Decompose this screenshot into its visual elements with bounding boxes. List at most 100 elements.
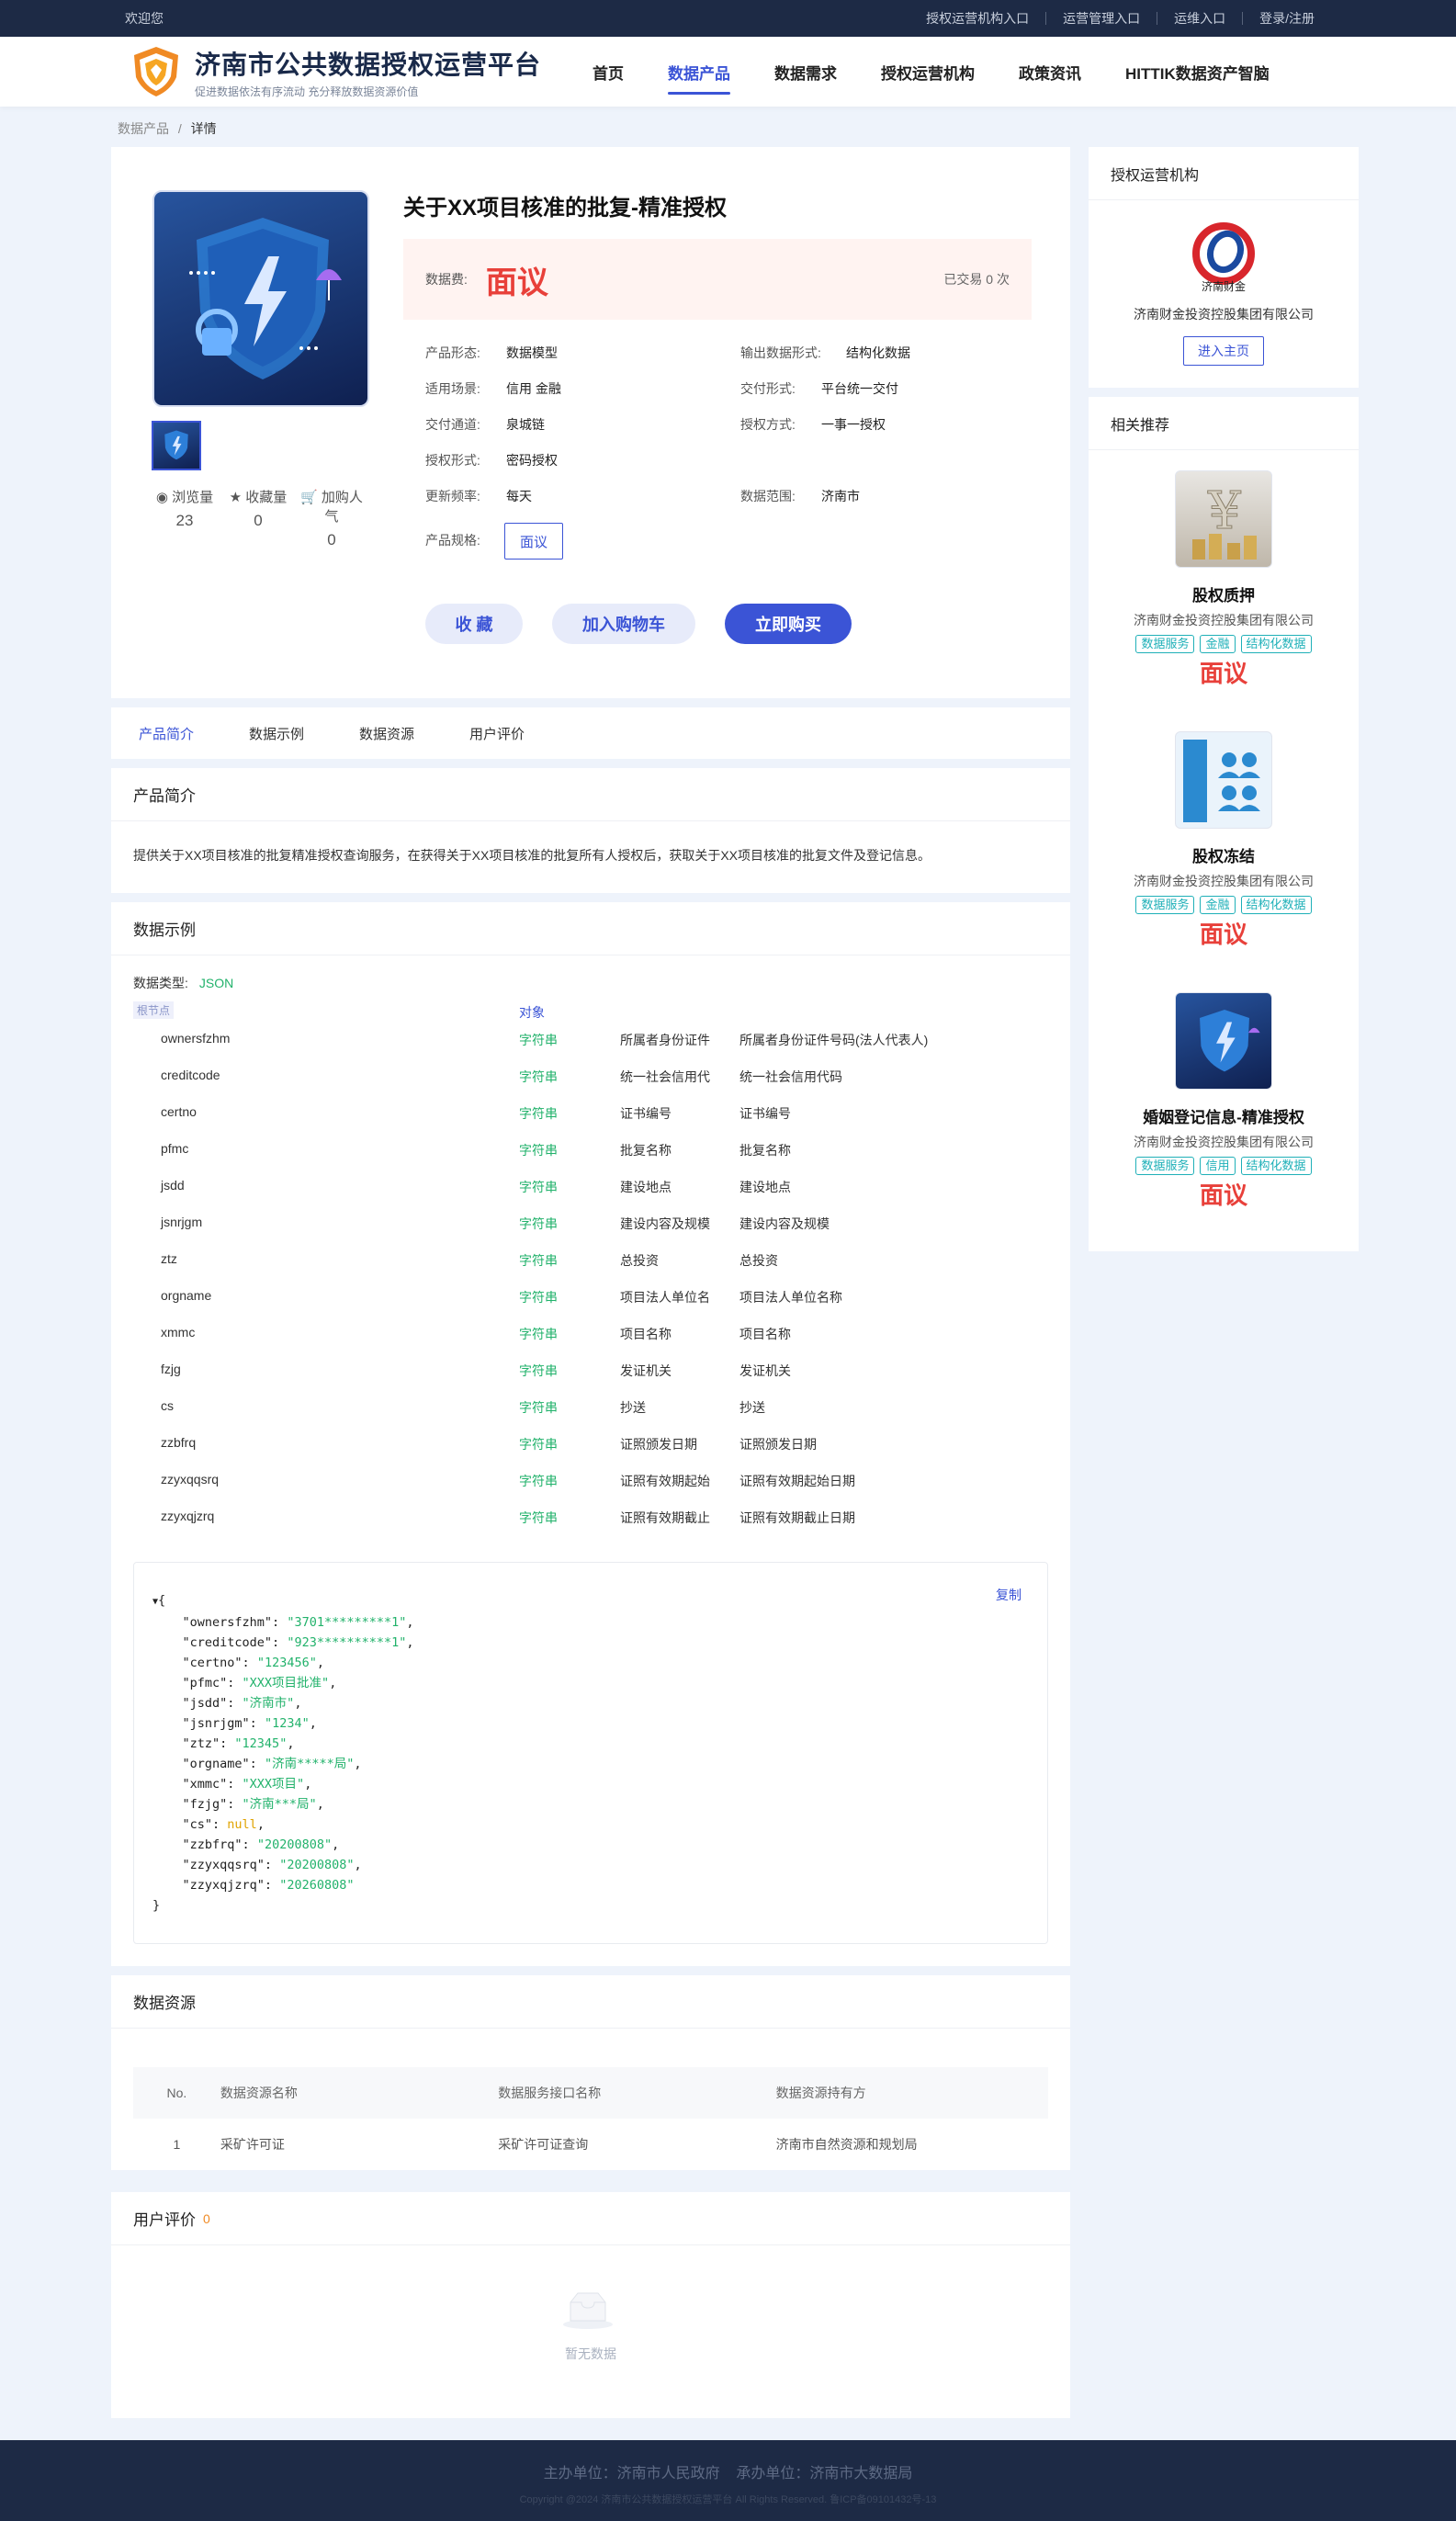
stat-value: 0 [327, 531, 336, 548]
attr-value: 泉城链 [506, 417, 545, 432]
add-to-cart-button[interactable]: 加入购物车 [552, 604, 695, 644]
json-value: "济南市" [242, 1696, 295, 1711]
resource-table: No. 数据资源名称 数据服务接口名称 数据资源持有方 1 采矿许可证 采矿许可… [133, 2067, 1048, 2170]
nav-data-products[interactable]: 数据产品 [668, 55, 731, 95]
recommend-heading: 相关推荐 [1089, 397, 1359, 450]
breadcrumb-sep: / [177, 121, 182, 136]
tab-resource[interactable]: 数据资源 [359, 724, 414, 743]
field-desc: 证照颁发日期 [739, 1437, 817, 1452]
nav-home[interactable]: 首页 [593, 55, 624, 89]
attr-key: 授权方式: [740, 417, 796, 432]
link-ops-mgmt[interactable]: 运营管理入口 [1045, 12, 1157, 25]
review-count: 0 [203, 2210, 210, 2226]
link-maint[interactable]: 运维入口 [1157, 12, 1242, 25]
json-line: "jsnrjgm": "1234", [152, 1716, 317, 1731]
rec-tag: 数据服务 [1135, 896, 1195, 914]
recommend-card: 相关推荐 ¥ 股权质押 济南财金投资控股集团有限公司 数据服务 金融 结构化数据… [1089, 397, 1359, 1251]
top-bar: 欢迎您 授权运营机构入口 运营管理入口 运维入口 登录/注册 [0, 0, 1456, 37]
json-code-box: 复制 ▼{ "ownersfzhm": "3701*********1", "c… [133, 1562, 1048, 1944]
platform-logo-icon[interactable] [129, 44, 184, 99]
field-name: certno [161, 1104, 197, 1119]
field-row: zzbfrq 字符串 证照颁发日期 证照颁发日期 [133, 1424, 1048, 1461]
spec-option[interactable]: 面议 [504, 523, 563, 560]
review-heading: 用户评价 0 [111, 2192, 1070, 2245]
nav-orgs[interactable]: 授权运营机构 [881, 55, 975, 89]
json-value: "济南*****局" [264, 1757, 355, 1771]
attr-value: 信用 金融 [506, 381, 561, 396]
attr-value: 一事一授权 [821, 417, 886, 432]
review-section: 用户评价 0 暂无数据 [111, 2192, 1070, 2418]
example-section: 数据示例 数据类型: JSON 根节点 对象 ownersfzhm 字符串 所属者身份… [111, 902, 1070, 1966]
tab-example[interactable]: 数据示例 [249, 724, 304, 743]
favorite-button[interactable]: 收 藏 [425, 604, 523, 644]
json-value: "XXX项目批准" [242, 1676, 330, 1690]
review-title: 用户评价 [133, 2211, 196, 2229]
product-thumbnail[interactable] [152, 421, 201, 470]
field-desc: 项目名称 [739, 1327, 791, 1341]
root-node-tag: 根节点 [133, 1001, 175, 1019]
copy-button[interactable]: 复制 [996, 1585, 1021, 1605]
field-type: 字符串 [519, 1290, 558, 1305]
shield-lightning-icon [164, 430, 188, 460]
attr-delivery-form: 交付形式: 平台统一交付 [740, 379, 898, 398]
link-login[interactable]: 登录/注册 [1242, 12, 1331, 25]
rec-price: 面议 [1199, 660, 1247, 687]
rec-tag: 金融 [1200, 635, 1236, 653]
nav-data-demand[interactable]: 数据需求 [774, 55, 837, 89]
breadcrumb-parent[interactable]: 数据产品 [118, 121, 169, 136]
org-home-button[interactable]: 进入主页 [1183, 336, 1264, 366]
link-org-entry[interactable]: 授权运营机构入口 [909, 12, 1045, 25]
data-type-value: JSON [198, 976, 234, 990]
field-row: zzyxqqsrq 字符串 证照有效期起始 证照有效期起始日期 [133, 1461, 1048, 1498]
attr-output: 输出数据形式: 结构化数据 [740, 344, 910, 362]
json-key: zzbfrq [189, 1837, 235, 1852]
field-name: zzyxqjzrq [161, 1509, 215, 1523]
field-name: zzyxqqsrq [161, 1472, 220, 1487]
rec-item[interactable]: 股权冻结 济南财金投资控股集团有限公司 数据服务 金融 结构化数据 面议 [1089, 711, 1359, 972]
field-short-desc: 证照有效期截止 [620, 1510, 710, 1525]
field-list: ownersfzhm 字符串 所属者身份证件 所属者身份证件号码(法人代表人) cred… [133, 1020, 1048, 1534]
rec-price: 面议 [1199, 1181, 1247, 1209]
json-open-line: ▼{ [152, 1590, 1029, 1612]
field-short-desc: 证照有效期起始 [620, 1474, 710, 1488]
rec-item[interactable]: ¥ 股权质押 济南财金投资控股集团有限公司 数据服务 金融 结构化数据 面议 [1089, 450, 1359, 711]
attr-key: 输出数据形式: [740, 345, 821, 360]
nav-hittik[interactable]: HITTIK数据资产智脑 [1125, 55, 1270, 89]
json-brace: { [158, 1593, 166, 1608]
data-type: 数据类型: JSON [133, 974, 1048, 992]
field-name: ownersfzhm [161, 1031, 231, 1046]
site-subtitle: 促进数据依法有序流动 充分释放数据资源价值 [195, 85, 419, 98]
field-short-desc: 建设地点 [620, 1180, 672, 1194]
field-row: pfmc 字符串 批复名称 批复名称 [133, 1130, 1048, 1167]
attr-key: 授权形式: [425, 453, 480, 468]
field-row: zzyxqjzrq 字符串 证照有效期截止 证照有效期截止日期 [133, 1498, 1048, 1534]
field-type: 字符串 [519, 1033, 558, 1047]
field-row: ownersfzhm 字符串 所属者身份证件 所属者身份证件号码(法人代表人) [133, 1020, 1048, 1057]
rec-name: 婚姻登记信息-精准授权 [1143, 1109, 1304, 1126]
rec-tag: 数据服务 [1135, 635, 1195, 653]
buy-now-button[interactable]: 立即购买 [725, 604, 852, 644]
field-desc: 证书编号 [739, 1106, 791, 1121]
json-value: "923**********1" [287, 1635, 407, 1650]
field-type: 字符串 [519, 1474, 558, 1488]
field-name: fzjg [161, 1362, 181, 1376]
field-short-desc: 建设内容及规模 [620, 1216, 710, 1231]
rec-company: 济南财金投资控股集团有限公司 [1134, 874, 1314, 888]
attr-key: 交付通道: [425, 417, 480, 432]
main-nav: 首页 数据产品 数据需求 授权运营机构 政策资讯 HITTIK数据资产智脑 [593, 55, 1314, 95]
field-name: orgname [161, 1288, 212, 1303]
json-key: creditcode [189, 1635, 265, 1650]
field-type: 字符串 [519, 1180, 558, 1194]
rec-item[interactable]: 婚姻登记信息-精准授权 济南财金投资控股集团有限公司 数据服务 信用 结构化数据… [1089, 972, 1359, 1233]
tab-review[interactable]: 用户评价 [469, 724, 525, 743]
tab-intro[interactable]: 产品简介 [139, 724, 194, 743]
attr-key: 数据范围: [740, 489, 796, 503]
welcome-text: 欢迎您 [125, 11, 164, 26]
intro-heading: 产品简介 [111, 768, 1070, 821]
field-desc: 证照有效期截止日期 [739, 1510, 855, 1525]
nav-policy[interactable]: 政策资讯 [1019, 55, 1081, 89]
json-line: "zzbfrq": "20200808", [152, 1837, 340, 1852]
attr-spec: 产品规格: [425, 531, 506, 549]
top-links: 授权运营机构入口 运营管理入口 运维入口 登录/注册 [909, 12, 1331, 25]
col-no: No. [166, 2086, 187, 2100]
